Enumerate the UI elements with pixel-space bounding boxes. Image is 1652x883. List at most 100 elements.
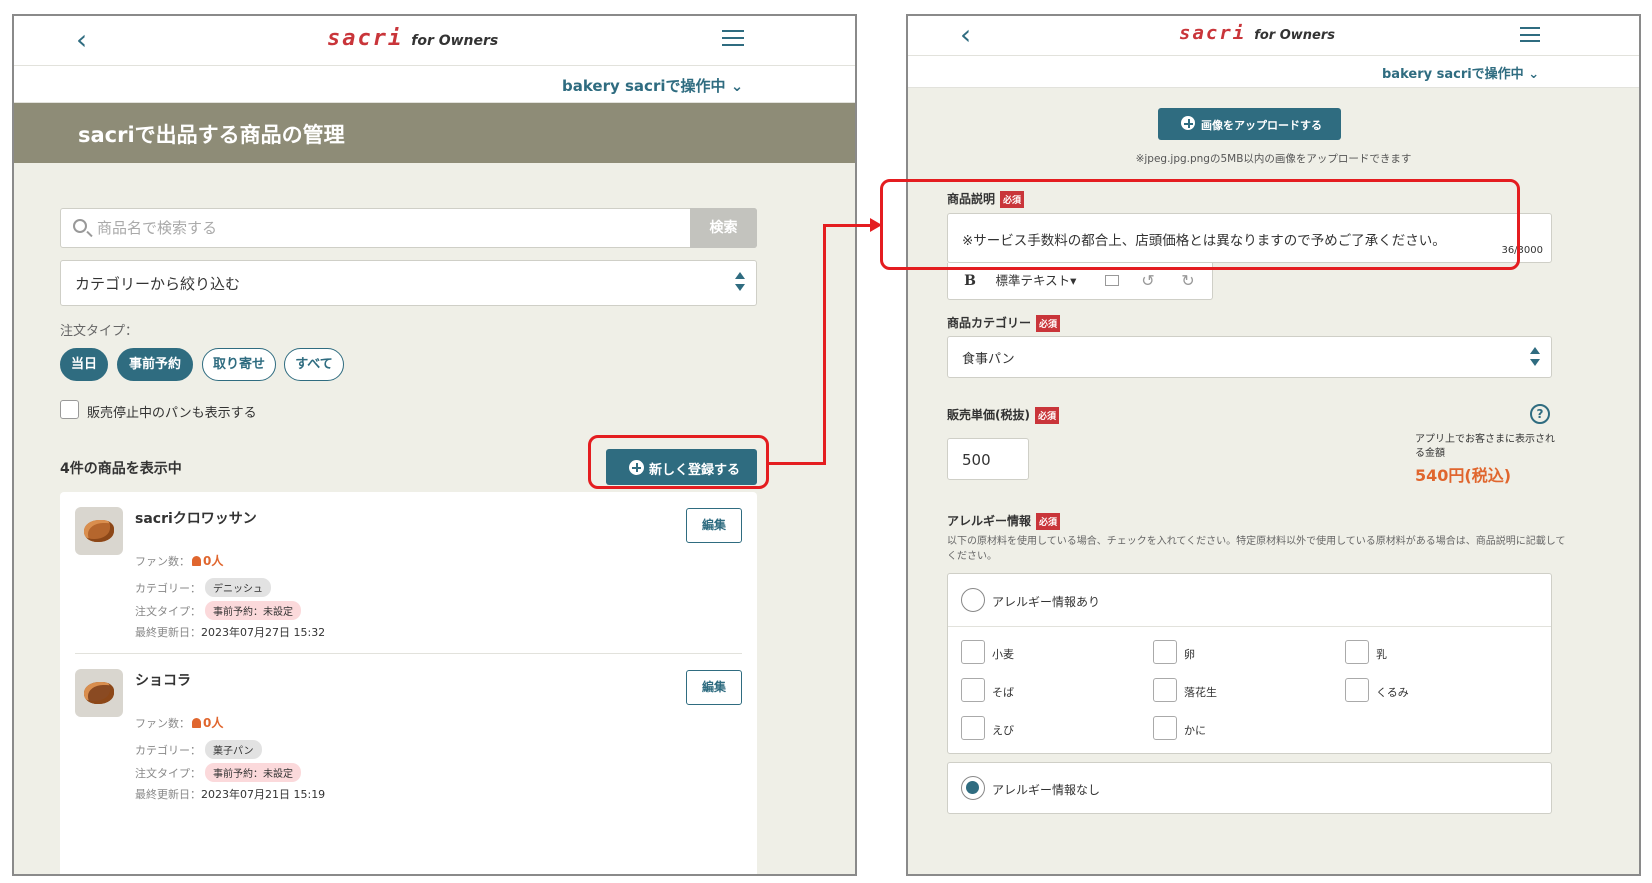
allergen-milk-checkbox[interactable]	[1345, 640, 1369, 664]
required-badge: 必須	[1034, 407, 1059, 424]
edit-button[interactable]: 編集	[686, 508, 742, 543]
hamburger-menu-icon[interactable]	[722, 30, 744, 46]
category-label: 商品カテゴリー 必須	[947, 314, 1061, 332]
order-type-tag: 事前予約：未設定	[205, 601, 301, 620]
fan-number: 0人	[203, 554, 224, 568]
category-tag: デニッシュ	[205, 578, 271, 597]
chevron-down-icon: ⌄	[1528, 67, 1540, 82]
bell-icon	[192, 718, 201, 728]
product-thumbnail	[75, 669, 123, 717]
price-display-note: アプリ上でお客さまに表示される金額	[1415, 434, 1555, 459]
bold-button[interactable]: B	[956, 269, 984, 293]
updated-meta: 最終更新日：2023年07月21日 15:19	[135, 786, 325, 802]
select-arrows-icon	[1529, 347, 1541, 369]
product-name: sacriクロワッサン	[135, 511, 257, 527]
search-input[interactable]	[97, 215, 677, 241]
page-title-band: sacriで出品する商品の管理	[14, 103, 855, 163]
store-switcher[interactable]: bakery sacriで操作中 ⌄	[1382, 63, 1539, 82]
highlight-new-button	[588, 435, 769, 489]
fan-label: ファン数：	[135, 717, 190, 730]
back-icon[interactable]: ‹	[960, 21, 971, 49]
price-value: 500	[962, 451, 991, 469]
category-filter-select[interactable]: カテゴリーから絞り込む	[60, 260, 757, 306]
store-bar: bakery sacriで操作中 ⌄	[908, 56, 1639, 88]
allergen-label: 卵	[1184, 648, 1195, 661]
text-format-select[interactable]: 標準テキスト▾	[988, 269, 1084, 293]
arrow-head-icon	[870, 218, 882, 232]
allergy-none-label: アレルギー情報なし	[992, 783, 1101, 797]
edit-button[interactable]: 編集	[686, 670, 742, 705]
chip-mail-order[interactable]: 取り寄せ	[202, 348, 276, 381]
store-bar: bakery sacriで操作中 ⌄	[14, 66, 855, 103]
allergy-label: アレルギー情報 必須	[947, 512, 1061, 530]
store-switcher[interactable]: bakery sacriで操作中 ⌄	[562, 75, 743, 96]
updated-date: 2023年07月27日 15:32	[201, 626, 326, 639]
chip-all[interactable]: すべて	[284, 348, 344, 381]
price-label: 販売単価(税抜) 必須	[947, 406, 1059, 424]
order-type-label: 注文タイプ：	[60, 324, 139, 339]
help-icon[interactable]: ?	[1530, 404, 1550, 424]
allergen-buckwheat-checkbox[interactable]	[961, 678, 985, 702]
show-stopped-label: 販売停止中のパンも表示する	[87, 406, 257, 421]
category-label: カテゴリー：	[135, 744, 201, 757]
undo-icon[interactable]: ↺	[1138, 269, 1158, 293]
allergen-label: そば	[992, 686, 1014, 699]
updated-label: 最終更新日：	[135, 788, 201, 801]
croissant-image	[84, 520, 114, 542]
price-label-text: 販売単価(税抜)	[947, 408, 1030, 422]
category-tag: 菓子パン	[205, 740, 262, 759]
category-value: 食事パン	[962, 352, 1015, 367]
allergy-has-label: アレルギー情報あり	[992, 595, 1101, 609]
price-input[interactable]: 500	[947, 438, 1029, 480]
app-logo: sacri for Owners	[327, 26, 498, 51]
logo-main: sacri	[1179, 22, 1247, 44]
product-list: sacriクロワッサン 編集 ファン数： 0人 カテゴリー： デニッシュ 注文タイプ…	[60, 492, 757, 874]
fan-label: ファン数：	[135, 555, 190, 568]
category-select[interactable]: 食事パン	[947, 336, 1552, 378]
redo-icon[interactable]: ↻	[1178, 269, 1198, 293]
allergen-wheat-checkbox[interactable]	[961, 640, 985, 664]
allergen-shrimp-checkbox[interactable]	[961, 716, 985, 740]
allergy-label-text: アレルギー情報	[947, 514, 1032, 528]
order-meta: 注文タイプ： 事前予約：未設定	[135, 763, 301, 782]
category-filter-value: カテゴリーから絞り込む	[75, 275, 241, 293]
allergen-label: くるみ	[1376, 686, 1409, 699]
app-logo: sacri for Owners	[1179, 22, 1335, 44]
chip-same-day[interactable]: 当日	[60, 348, 108, 381]
allergy-has-box: アレルギー情報あり 小麦 卵 乳 そば 落花生 くるみ えび かに	[947, 573, 1552, 754]
upload-image-button[interactable]: 画像をアップロードする	[1158, 108, 1341, 140]
order-label: 注文タイプ：	[135, 605, 201, 618]
allergen-walnut-checkbox[interactable]	[1345, 678, 1369, 702]
allergy-none-radio[interactable]	[961, 776, 985, 800]
product-edit-screen: ‹ sacri for Owners bakery sacriで操作中 ⌄ 画像を…	[906, 14, 1641, 876]
header-bar: ‹ sacri for Owners	[14, 16, 855, 66]
back-icon[interactable]: ‹	[76, 26, 87, 54]
select-arrows-icon	[734, 272, 746, 294]
page-title: sacriで出品する商品の管理	[78, 123, 345, 147]
show-stopped-checkbox[interactable]	[60, 400, 79, 419]
insert-image-icon[interactable]	[1102, 269, 1122, 293]
allergy-has-radio[interactable]	[961, 588, 985, 612]
chocolat-image	[84, 682, 114, 704]
allergen-peanut-checkbox[interactable]	[1153, 678, 1177, 702]
search-button[interactable]: 検索	[690, 208, 757, 248]
required-badge: 必須	[1036, 513, 1061, 530]
hamburger-menu-icon[interactable]	[1520, 27, 1540, 42]
category-meta: カテゴリー： 菓子パン	[135, 740, 262, 759]
allergy-none-box: アレルギー情報なし	[947, 762, 1552, 814]
allergy-note: 以下の原材料を使用している場合、チェックを入れてください。特定原材料以外で使用し…	[947, 536, 1566, 562]
allergen-label: えび	[992, 724, 1014, 737]
updated-date: 2023年07月21日 15:19	[201, 788, 326, 801]
required-badge: 必須	[1036, 315, 1061, 332]
order-meta: 注文タイプ： 事前予約：未設定	[135, 601, 301, 620]
order-type-tag: 事前予約：未設定	[205, 763, 301, 782]
fan-number: 0人	[203, 716, 224, 730]
allergen-egg-checkbox[interactable]	[1153, 640, 1177, 664]
category-label: カテゴリー：	[135, 582, 201, 595]
fan-count: ファン数： 0人	[135, 714, 223, 731]
allergen-crab-checkbox[interactable]	[1153, 716, 1177, 740]
category-meta: カテゴリー： デニッシュ	[135, 578, 271, 597]
allergen-label: かに	[1184, 724, 1206, 737]
logo-sub: for Owners	[411, 33, 499, 49]
chip-preorder[interactable]: 事前予約	[117, 348, 193, 381]
